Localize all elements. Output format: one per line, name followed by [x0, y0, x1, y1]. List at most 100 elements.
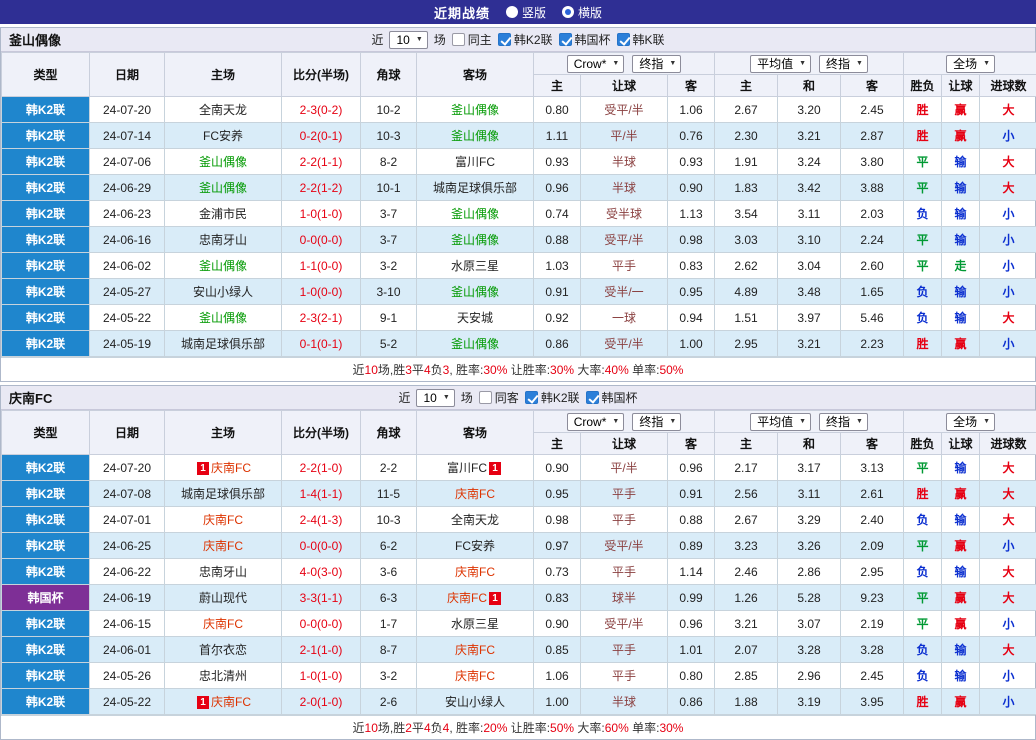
- handicap-cell: 平手: [581, 253, 668, 279]
- team-name: 庆南FC: [203, 513, 243, 527]
- red-card-badge: 1: [197, 696, 209, 709]
- league-cell: 韩K2联: [2, 97, 90, 123]
- filter-bar: 近 10 场 同客 韩K2联韩国杯: [398, 389, 637, 407]
- team-name: 城南足球俱乐部: [181, 337, 265, 351]
- match-result-cell: 负: [904, 637, 942, 663]
- odds-stage-select[interactable]: 终指: [632, 413, 681, 431]
- radio-icon[interactable]: [506, 6, 518, 18]
- corner-cell: 6-2: [361, 533, 417, 559]
- avg-away-cell: 3.13: [841, 455, 904, 481]
- handicap-cell: 半球: [581, 689, 668, 715]
- filter-bar: 近 10 场 同主 韩K2联韩国杯韩K联: [371, 31, 664, 49]
- date-cell: 24-05-22: [90, 305, 165, 331]
- date-cell: 24-05-19: [90, 331, 165, 357]
- checkbox-icon[interactable]: [498, 33, 511, 46]
- bookmaker-select[interactable]: Crow*: [567, 55, 625, 73]
- handicap-result-cell: 输: [942, 305, 980, 331]
- topbar: 近期战绩 竖版 横版: [0, 0, 1036, 24]
- away-odds-cell: 0.96: [668, 455, 715, 481]
- scope-select[interactable]: 全场: [946, 413, 995, 431]
- odds-stage-select[interactable]: 终指: [632, 55, 681, 73]
- layout-option-label: 竖版: [522, 4, 546, 21]
- league-filter[interactable]: 韩国杯: [586, 389, 638, 406]
- goals-result-cell: 小: [980, 663, 1036, 689]
- match-row: 韩K2联24-06-23金浦市民1-0(1-0)3-7釜山偶像0.74受半球1.…: [2, 201, 1036, 227]
- average-select-value: 平均值: [757, 56, 793, 72]
- corner-cell: 1-7: [361, 611, 417, 637]
- league-cell: 韩K2联: [2, 507, 90, 533]
- section-header: 釜山偶像 近 10 场 同主 韩K2联韩国杯韩K联: [1, 28, 1035, 52]
- handicap-result-cell: 赢: [942, 585, 980, 611]
- avg-home-cell: 3.54: [715, 201, 778, 227]
- away-odds-cell: 0.89: [668, 533, 715, 559]
- away-odds-cell: 0.94: [668, 305, 715, 331]
- match-count-select[interactable]: 10: [416, 389, 454, 407]
- bookmaker-select[interactable]: Crow*: [567, 413, 625, 431]
- handicap-cell: 平手: [581, 663, 668, 689]
- away-team-cell: 富川FC: [417, 149, 534, 175]
- home-odds-cell: 1.00: [534, 689, 581, 715]
- summary-text: 场,胜: [378, 719, 405, 736]
- checkbox-icon[interactable]: [479, 391, 492, 404]
- average-select[interactable]: 平均值: [750, 55, 811, 73]
- away-team-cell: 城南足球俱乐部: [417, 175, 534, 201]
- away-odds-cell: 0.95: [668, 279, 715, 305]
- average-select[interactable]: 平均值: [750, 413, 811, 431]
- bookmaker-select-value: Crow*: [574, 414, 607, 430]
- avg-home-cell: 2.17: [715, 455, 778, 481]
- team-name: 釜山偶像: [451, 103, 499, 117]
- league-filter[interactable]: 韩K联: [617, 31, 665, 48]
- avg-home-cell: 2.62: [715, 253, 778, 279]
- team-name: 天安城: [457, 311, 493, 325]
- checkbox-icon[interactable]: [525, 391, 538, 404]
- checkbox-icon[interactable]: [586, 391, 599, 404]
- date-cell: 24-06-16: [90, 227, 165, 253]
- team-name: 安山小绿人: [445, 695, 505, 709]
- checkbox-icon[interactable]: [559, 33, 572, 46]
- team-name: FC安养: [203, 129, 243, 143]
- games-label: 场: [461, 389, 473, 406]
- scope-select[interactable]: 全场: [946, 55, 995, 73]
- handicap-cell: 平/半: [581, 123, 668, 149]
- away-odds-cell: 0.86: [668, 689, 715, 715]
- league-filter-label: 韩K联: [633, 31, 665, 48]
- league-filter[interactable]: 韩国杯: [559, 31, 611, 48]
- col-header-date: 日期: [90, 53, 165, 97]
- radio-icon[interactable]: [562, 6, 574, 18]
- bookmaker-odds-group: Crow* 终指: [534, 53, 715, 75]
- home-team-cell: 釜山偶像: [165, 149, 282, 175]
- goals-result-cell: 大: [980, 481, 1036, 507]
- layout-option-horizontal[interactable]: 横版: [562, 4, 602, 21]
- league-filter[interactable]: 韩K2联: [525, 389, 580, 406]
- goals-result-cell: 小: [980, 279, 1036, 305]
- avg-away-cell: 2.40: [841, 507, 904, 533]
- corner-cell: 3-2: [361, 663, 417, 689]
- home-team-cell: 庆南FC: [165, 533, 282, 559]
- same-venue-filter[interactable]: 同客: [479, 389, 519, 406]
- away-team-cell: 庆南FC: [417, 637, 534, 663]
- match-count-select[interactable]: 10: [389, 31, 427, 49]
- avg-home-cell: 1.51: [715, 305, 778, 331]
- team-title: 庆南FC: [9, 388, 52, 407]
- col-header-type: 类型: [2, 411, 90, 455]
- average-stage-select[interactable]: 终指: [819, 55, 868, 73]
- match-row: 韩K2联24-07-08城南足球俱乐部1-4(1-1)11-5庆南FC0.95平…: [2, 481, 1036, 507]
- handicap-result-cell: 输: [942, 201, 980, 227]
- league-cell: 韩K2联: [2, 689, 90, 715]
- league-filter[interactable]: 韩K2联: [498, 31, 553, 48]
- layout-option-vertical[interactable]: 竖版: [506, 4, 546, 21]
- scope-select-value: 全场: [953, 414, 977, 430]
- away-odds-cell: 1.14: [668, 559, 715, 585]
- goals-result-cell: 小: [980, 123, 1036, 149]
- checkbox-icon[interactable]: [452, 33, 465, 46]
- avg-draw-cell: 3.42: [778, 175, 841, 201]
- summary-text: 40%: [605, 363, 629, 377]
- avg-draw-cell: 2.96: [778, 663, 841, 689]
- home-team-cell: 忠南牙山: [165, 227, 282, 253]
- score-cell: 0-0(0-0): [282, 227, 361, 253]
- summary-text: 20%: [483, 721, 507, 735]
- home-team-cell: 庆南FC: [165, 507, 282, 533]
- checkbox-icon[interactable]: [617, 33, 630, 46]
- same-venue-filter[interactable]: 同主: [452, 31, 492, 48]
- average-stage-select[interactable]: 终指: [819, 413, 868, 431]
